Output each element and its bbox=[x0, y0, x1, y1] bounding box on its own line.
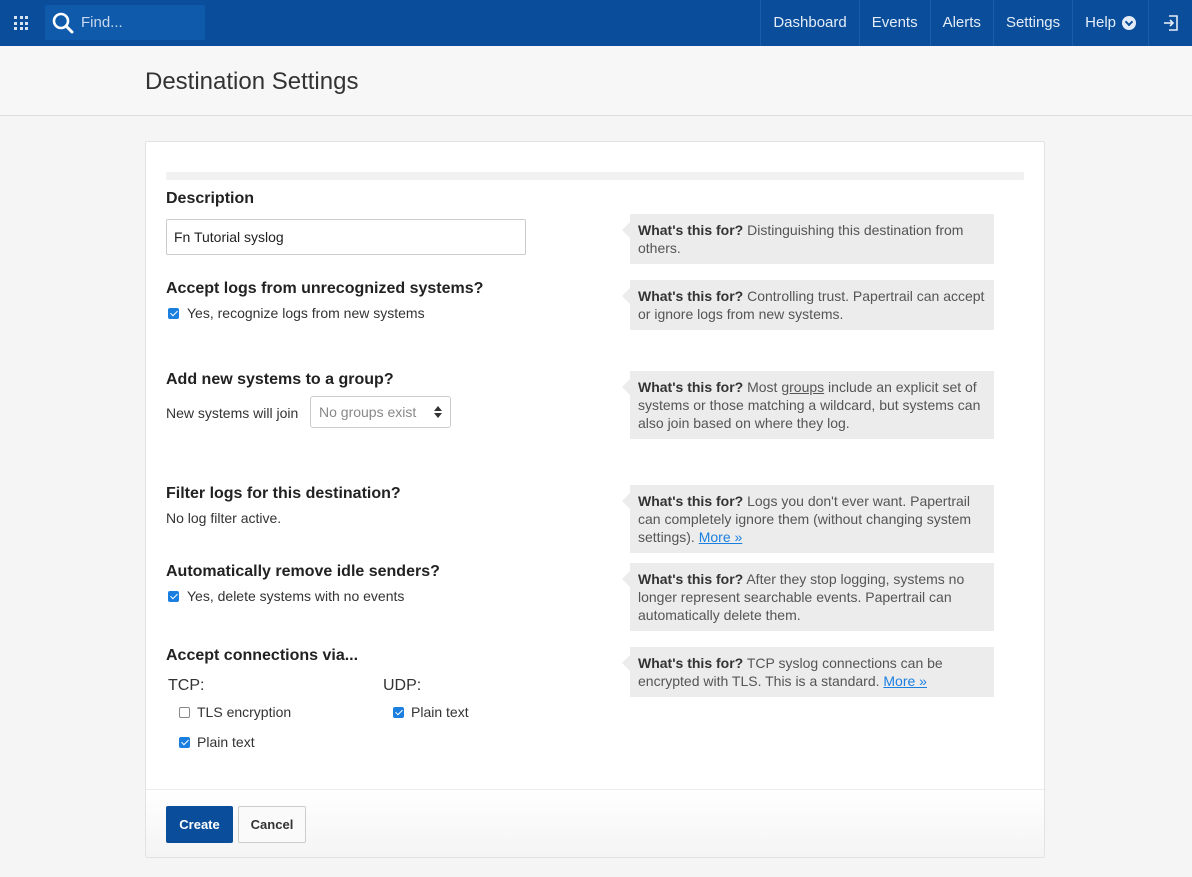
create-button[interactable]: Create bbox=[166, 806, 233, 843]
tcp-label: TCP: bbox=[168, 677, 205, 694]
filter-status: No log filter active. bbox=[166, 510, 282, 526]
filter-more-link[interactable]: More » bbox=[699, 529, 743, 545]
udp-label: UDP: bbox=[383, 677, 422, 694]
idle-checkbox-label: Yes, delete systems with no events bbox=[187, 588, 405, 604]
tcp-plain-label: Plain text bbox=[197, 734, 255, 750]
group-label: Add new systems to a group? bbox=[166, 371, 394, 388]
nav-help[interactable]: Help bbox=[1072, 0, 1148, 46]
form-footer: Create Cancel bbox=[146, 789, 1044, 857]
tcp-tls-label: TLS encryption bbox=[197, 704, 292, 720]
search-icon bbox=[52, 12, 74, 34]
accept-logs-checkbox[interactable] bbox=[168, 308, 179, 319]
page-title: Destination Settings bbox=[145, 68, 359, 95]
help-filter: What's this for? Logs you don't ever wan… bbox=[622, 485, 994, 553]
idle-checkbox[interactable] bbox=[168, 591, 179, 602]
main-nav: Dashboard Events Alerts Settings Help bbox=[760, 0, 1192, 46]
help-prefix: What's this for? bbox=[638, 655, 744, 671]
select-arrows-icon bbox=[434, 406, 442, 418]
top-navbar: Dashboard Events Alerts Settings Help bbox=[0, 0, 1192, 46]
tcp-tls-checkbox[interactable] bbox=[179, 707, 190, 718]
chevron-down-icon bbox=[1122, 16, 1136, 30]
group-prefix-text: New systems will join bbox=[166, 405, 299, 421]
idle-label: Automatically remove idle senders? bbox=[166, 563, 440, 580]
progress-track bbox=[166, 172, 1024, 180]
filter-label: Filter logs for this destination? bbox=[166, 485, 401, 502]
nav-alerts[interactable]: Alerts bbox=[929, 0, 993, 46]
description-input[interactable] bbox=[166, 219, 526, 255]
help-prefix: What's this for? bbox=[638, 571, 744, 587]
connections-more-link[interactable]: More » bbox=[883, 673, 927, 689]
search-input[interactable] bbox=[79, 11, 199, 33]
groups-link[interactable]: groups bbox=[781, 379, 824, 395]
nav-dashboard[interactable]: Dashboard bbox=[760, 0, 858, 46]
help-prefix: What's this for? bbox=[638, 222, 744, 238]
nav-help-label: Help bbox=[1085, 14, 1116, 31]
help-idle: What's this for? After they stop logging… bbox=[622, 563, 994, 631]
cancel-button[interactable]: Cancel bbox=[238, 806, 306, 843]
udp-plain-label: Plain text bbox=[411, 704, 469, 720]
settings-panel: Description What's this for? Distinguish… bbox=[145, 141, 1045, 858]
help-group: What's this for? Most groups include an … bbox=[622, 371, 994, 439]
group-select-value: No groups exist bbox=[319, 404, 417, 420]
help-prefix: What's this for? bbox=[638, 379, 744, 395]
udp-plain-checkbox[interactable] bbox=[393, 707, 404, 718]
help-description: What's this for? Distinguishing this des… bbox=[622, 214, 994, 264]
tcp-plain-checkbox[interactable] bbox=[179, 737, 190, 748]
nav-events[interactable]: Events bbox=[858, 0, 930, 46]
description-label: Description bbox=[166, 190, 255, 207]
help-accept-logs: What's this for? Controlling trust. Pape… bbox=[622, 280, 994, 330]
nav-settings[interactable]: Settings bbox=[992, 0, 1072, 46]
help-prefix: What's this for? bbox=[638, 493, 744, 509]
connections-label: Accept connections via... bbox=[166, 647, 359, 664]
apps-grid-icon[interactable] bbox=[14, 16, 28, 30]
accept-logs-label: Accept logs from unrecognized systems? bbox=[166, 280, 484, 297]
help-connections: What's this for? TCP syslog connections … bbox=[622, 647, 994, 697]
logout-button[interactable] bbox=[1148, 0, 1192, 46]
help-prefix: What's this for? bbox=[638, 288, 744, 304]
group-select[interactable]: No groups exist bbox=[310, 396, 451, 428]
help-group-before: Most bbox=[747, 379, 778, 395]
logout-icon bbox=[1163, 15, 1178, 31]
page-header: Destination Settings bbox=[0, 46, 1192, 116]
accept-logs-checkbox-label: Yes, recognize logs from new systems bbox=[187, 305, 425, 321]
search-box[interactable] bbox=[45, 5, 205, 40]
